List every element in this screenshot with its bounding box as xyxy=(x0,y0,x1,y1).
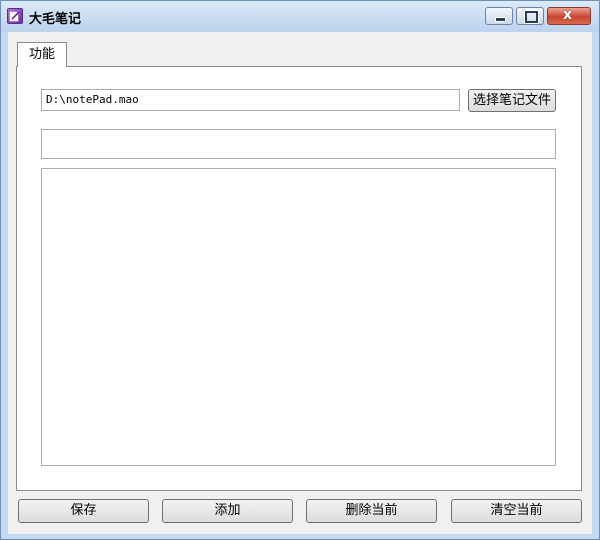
file-path-input[interactable]: D:\notePad.mao xyxy=(41,89,460,111)
window-title: 大毛笔记 xyxy=(29,12,82,27)
tab-panel: D:\notePad.mao 选择笔记文件 xyxy=(16,66,582,491)
title-bar[interactable]: 大毛笔记 x xyxy=(1,1,599,31)
close-icon: x xyxy=(563,7,573,23)
main-window: 大毛笔记 x 功能 D:\notePad.mao 选择笔记文件 保存 添加 删除… xyxy=(0,0,600,540)
minimize-icon xyxy=(495,17,506,22)
note-content-textarea[interactable] xyxy=(41,168,556,466)
notepad-pen-icon xyxy=(7,8,23,24)
maximize-button[interactable] xyxy=(516,7,544,25)
client-area: 功能 D:\notePad.mao 选择笔记文件 保存 添加 删除当前 清空当前 xyxy=(8,32,592,534)
tab-functions[interactable]: 功能 xyxy=(17,42,67,67)
clear-current-button[interactable]: 清空当前 xyxy=(451,499,582,523)
minimize-button[interactable] xyxy=(485,7,513,25)
maximize-icon xyxy=(524,10,539,24)
save-button[interactable]: 保存 xyxy=(18,499,149,523)
close-button[interactable]: x xyxy=(547,7,591,25)
add-button[interactable]: 添加 xyxy=(162,499,293,523)
note-title-input[interactable] xyxy=(41,129,556,159)
choose-note-file-button[interactable]: 选择笔记文件 xyxy=(468,89,556,112)
delete-current-button[interactable]: 删除当前 xyxy=(306,499,437,523)
